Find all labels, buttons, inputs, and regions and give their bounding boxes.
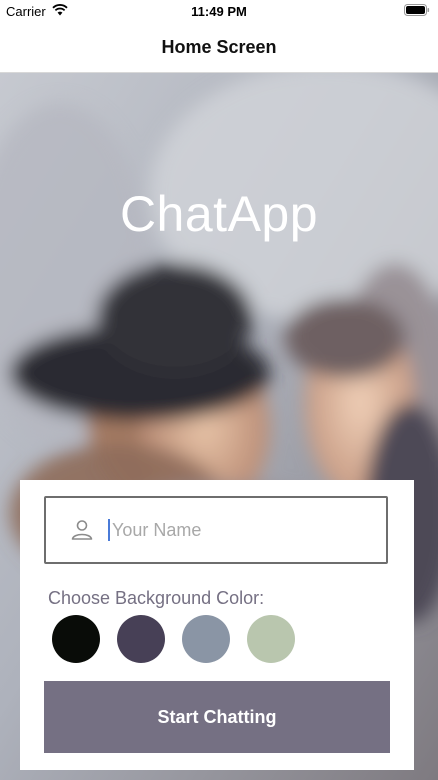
start-chatting-button[interactable]: Start Chatting xyxy=(44,681,390,753)
status-bar: Carrier 11:49 PM xyxy=(0,0,438,22)
name-field[interactable] xyxy=(44,496,388,564)
user-icon xyxy=(70,518,94,542)
start-panel: Choose Background Color: Start Chatting xyxy=(20,480,414,770)
nav-title: Home Screen xyxy=(161,36,277,57)
choose-color-label: Choose Background Color: xyxy=(48,588,265,608)
name-input[interactable] xyxy=(112,519,382,541)
status-left: Carrier xyxy=(0,4,68,19)
color-swatch-green[interactable] xyxy=(247,615,295,663)
app-title: ChatApp xyxy=(119,186,319,242)
color-swatch-purple[interactable] xyxy=(117,615,165,663)
carrier-label: Carrier xyxy=(6,3,46,19)
navigation-bar: Home Screen xyxy=(0,22,438,73)
text-caret xyxy=(108,519,110,541)
status-right xyxy=(404,3,438,19)
color-swatch-black[interactable] xyxy=(52,615,100,663)
color-swatch-grey-blue[interactable] xyxy=(182,615,230,663)
wifi-icon xyxy=(52,3,68,19)
color-swatches xyxy=(52,615,295,663)
battery-icon xyxy=(404,3,430,19)
